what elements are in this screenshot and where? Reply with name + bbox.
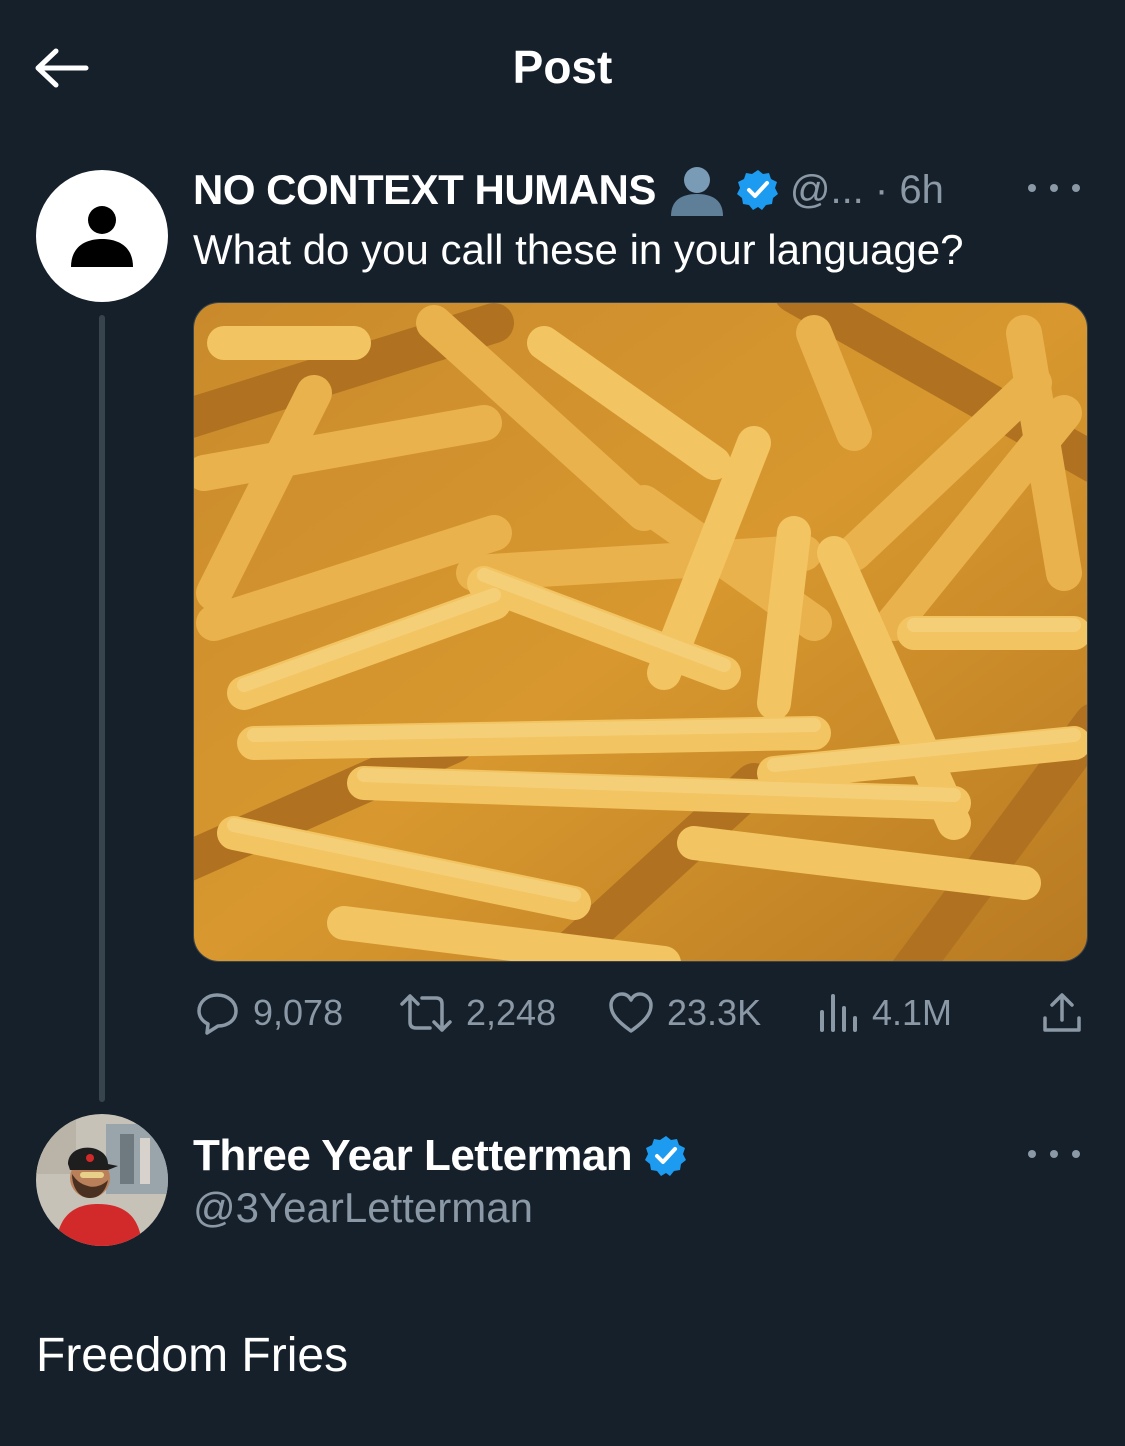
repost-count: 2,248 xyxy=(466,992,557,1033)
like-count: 23.3K xyxy=(667,992,762,1033)
reply-handle[interactable]: @3YearLetterman xyxy=(193,1182,533,1234)
dot xyxy=(1028,1150,1036,1158)
dot xyxy=(1072,184,1080,192)
verified-badge-icon xyxy=(645,1136,687,1176)
views-button[interactable]: 4.1M xyxy=(816,990,952,1036)
view-count: 4.1M xyxy=(872,992,953,1033)
avatar-no-context-humans[interactable] xyxy=(36,170,168,302)
thread-line xyxy=(99,315,105,1102)
avatar-three-year-letterman[interactable] xyxy=(36,1114,168,1246)
more-options-button[interactable] xyxy=(1024,1134,1084,1174)
display-name[interactable]: NO CONTEXT HUMANS xyxy=(193,166,656,214)
reply-text: Freedom Fries xyxy=(36,1329,349,1382)
reply-button[interactable]: 9,078 xyxy=(195,990,343,1036)
reply-count: 9,078 xyxy=(253,992,344,1033)
handle-timestamp: @... · 6h xyxy=(789,167,944,212)
repost-button[interactable]: 2,248 xyxy=(398,990,556,1036)
profile-photo xyxy=(36,1114,168,1246)
reply-display-name[interactable]: Three Year Letterman xyxy=(193,1131,633,1181)
post-text: What do you call these in your language? xyxy=(193,226,964,273)
dot xyxy=(1050,184,1058,192)
heart-icon xyxy=(609,992,653,1033)
bar-chart-icon xyxy=(820,994,857,1032)
french-fries-photo xyxy=(194,303,1087,961)
share-upload-icon xyxy=(1043,993,1081,1032)
like-button[interactable]: 23.3K xyxy=(607,990,761,1036)
default-user-icon xyxy=(71,206,133,267)
reply-author-header: Three Year Letterman xyxy=(193,1128,688,1184)
page-title: Post xyxy=(512,41,613,93)
bust-in-silhouette-emoji xyxy=(670,167,723,216)
reply-bubble-icon xyxy=(197,993,238,1035)
dot xyxy=(1072,1150,1080,1158)
post-header: NO CONTEXT HUMANS @... · 6h xyxy=(193,160,944,220)
verified-badge-icon xyxy=(736,170,778,210)
repost-icon xyxy=(400,994,452,1032)
dot xyxy=(1028,184,1036,192)
post-image-french-fries[interactable] xyxy=(193,302,1088,962)
more-options-button[interactable] xyxy=(1024,168,1084,208)
share-button[interactable] xyxy=(1040,990,1096,1036)
dot xyxy=(1050,1150,1058,1158)
